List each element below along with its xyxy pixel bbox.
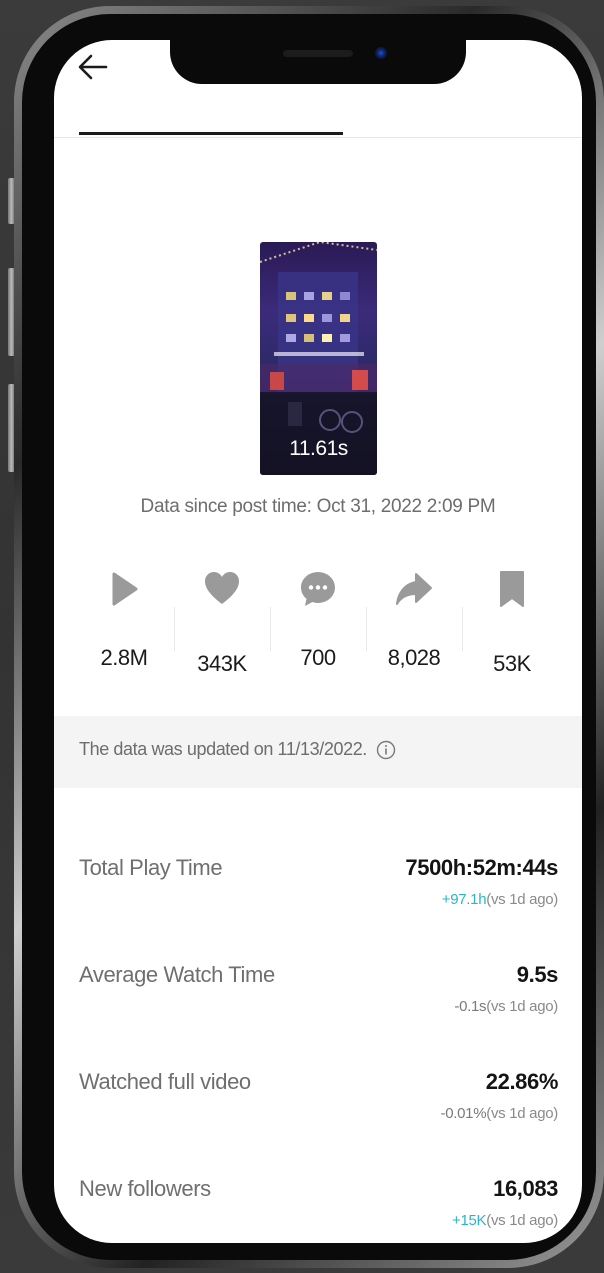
- metric-new-followers: New followers 16,083 +15K(vs 1d ago): [54, 1176, 582, 1243]
- metric-average-watch-time: Average Watch Time 9.5s -0.1s(vs 1d ago): [54, 962, 582, 1054]
- metric-value: 9.5s: [516, 962, 559, 987]
- video-duration: 11.61s: [289, 437, 348, 460]
- metric-comparison: (vs 1d ago): [486, 998, 558, 1015]
- post-time-text: Data since post time: Oct 31, 2022 2:09 …: [140, 496, 496, 517]
- metric-watched-full-video: Watched full video 22.86% -0.01%(vs 1d a…: [54, 1069, 582, 1161]
- metric-value: 16,083: [493, 1176, 558, 1201]
- metric-change: +15K: [452, 1212, 487, 1229]
- engagement-stats: 2.8M 343K 700 8,028 53K: [54, 565, 582, 685]
- stat-saves: 53K: [464, 565, 560, 676]
- stat-likes-value: 343K: [197, 651, 247, 676]
- metric-value: 22.86%: [485, 1069, 559, 1094]
- tab-divider: [54, 137, 582, 138]
- comment-icon: [301, 572, 335, 606]
- metric-delta: -0.1s(vs 1d ago): [454, 998, 558, 1015]
- data-updated-notice: The data was updated on 11/13/2022.: [54, 716, 582, 788]
- stat-comments-value: 700: [300, 645, 336, 670]
- metric-label: New followers: [79, 1176, 211, 1201]
- metric-label: Watched full video: [79, 1069, 251, 1094]
- stat-divider: [462, 607, 463, 651]
- stat-views-value: 2.8M: [100, 645, 148, 670]
- stat-likes: 343K: [174, 565, 270, 676]
- metric-comparison: (vs 1d ago): [486, 1212, 558, 1229]
- phone-screen: 11.61s Data since post time: Oct 31, 202…: [54, 40, 582, 1243]
- metric-delta: -0.01%(vs 1d ago): [440, 1105, 559, 1122]
- share-icon: [396, 573, 432, 605]
- notch: [170, 40, 466, 84]
- info-icon[interactable]: [376, 740, 396, 760]
- metric-change: -0.01%: [440, 1105, 487, 1122]
- stat-shares-value: 8,028: [387, 645, 441, 670]
- heart-icon: [205, 572, 239, 604]
- metric-label: Average Watch Time: [79, 962, 275, 987]
- metric-value: 7500h:52m:44s: [405, 855, 558, 880]
- play-icon: [112, 572, 138, 606]
- metric-total-play-time: Total Play Time 7500h:52m:44s +97.1h(vs …: [54, 855, 582, 947]
- metric-delta: +97.1h(vs 1d ago): [441, 891, 559, 908]
- active-tab-indicator: [79, 132, 343, 135]
- metric-delta: +15K(vs 1d ago): [452, 1212, 558, 1229]
- back-arrow-icon[interactable]: [76, 50, 110, 84]
- front-camera: [375, 47, 387, 59]
- bookmark-icon: [500, 571, 524, 607]
- metric-change: -0.1s: [454, 998, 487, 1015]
- data-updated-text: The data was updated on 11/13/2022.: [79, 739, 367, 759]
- stat-shares: 8,028: [366, 565, 462, 670]
- stat-comments: 700: [270, 565, 366, 670]
- stat-views: 2.8M: [76, 565, 172, 670]
- stat-divider: [174, 607, 175, 651]
- metric-comparison: (vs 1d ago): [486, 1105, 558, 1122]
- metric-change: +97.1h: [441, 891, 487, 908]
- data-updated-text-row: The data was updated on 11/13/2022.: [79, 739, 396, 760]
- metric-label: Total Play Time: [79, 855, 223, 880]
- thumbnail-caption-text: [274, 352, 364, 356]
- stat-saves-value: 53K: [493, 651, 531, 676]
- video-thumbnail[interactable]: 11.61s: [260, 242, 377, 475]
- metric-comparison: (vs 1d ago): [486, 891, 558, 908]
- speaker: [283, 50, 353, 57]
- stage: 11.61s Data since post time: Oct 31, 202…: [0, 0, 604, 1273]
